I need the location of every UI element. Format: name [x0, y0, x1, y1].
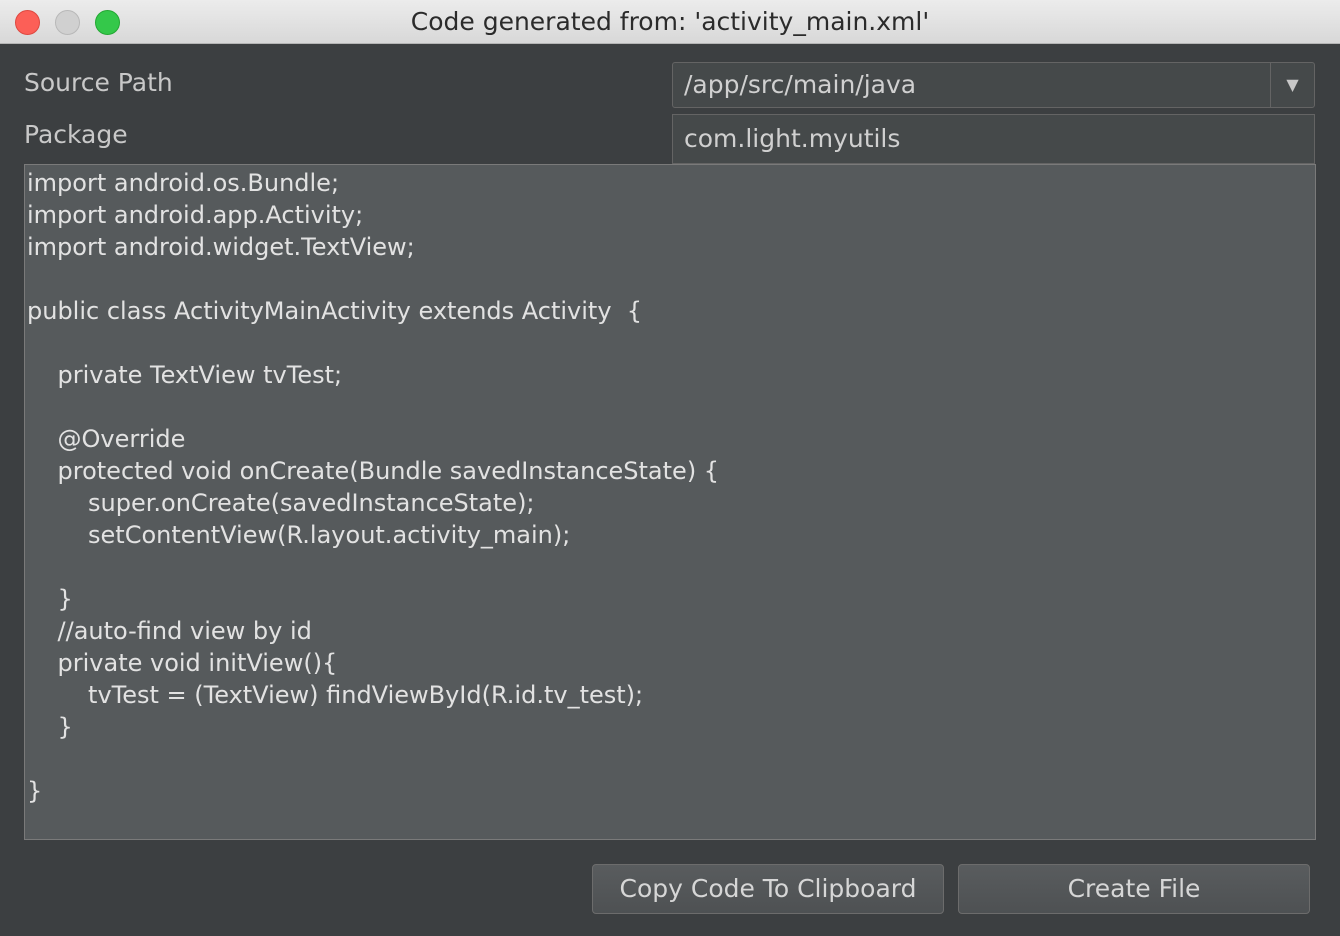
create-file-button[interactable]: Create File	[958, 864, 1310, 914]
dialog-window: Code generated from: 'activity_main.xml'…	[0, 0, 1340, 936]
copy-code-button[interactable]: Copy Code To Clipboard	[592, 864, 944, 914]
window-title: Code generated from: 'activity_main.xml'	[410, 7, 930, 36]
generated-code: import android.os.Bundle; import android…	[27, 169, 720, 805]
source-path-label: Source Path	[24, 68, 173, 97]
title-bar: Code generated from: 'activity_main.xml'	[0, 0, 1340, 44]
package-field[interactable]: com.light.myutils	[672, 114, 1315, 164]
package-value: com.light.myutils	[684, 124, 901, 153]
package-label: Package	[24, 120, 128, 149]
source-path-dropdown[interactable]: /app/src/main/java ▼	[672, 62, 1315, 108]
chevron-down-icon[interactable]: ▼	[1271, 63, 1314, 107]
source-path-value: /app/src/main/java	[684, 70, 917, 99]
code-editor[interactable]: import android.os.Bundle; import android…	[24, 164, 1316, 840]
